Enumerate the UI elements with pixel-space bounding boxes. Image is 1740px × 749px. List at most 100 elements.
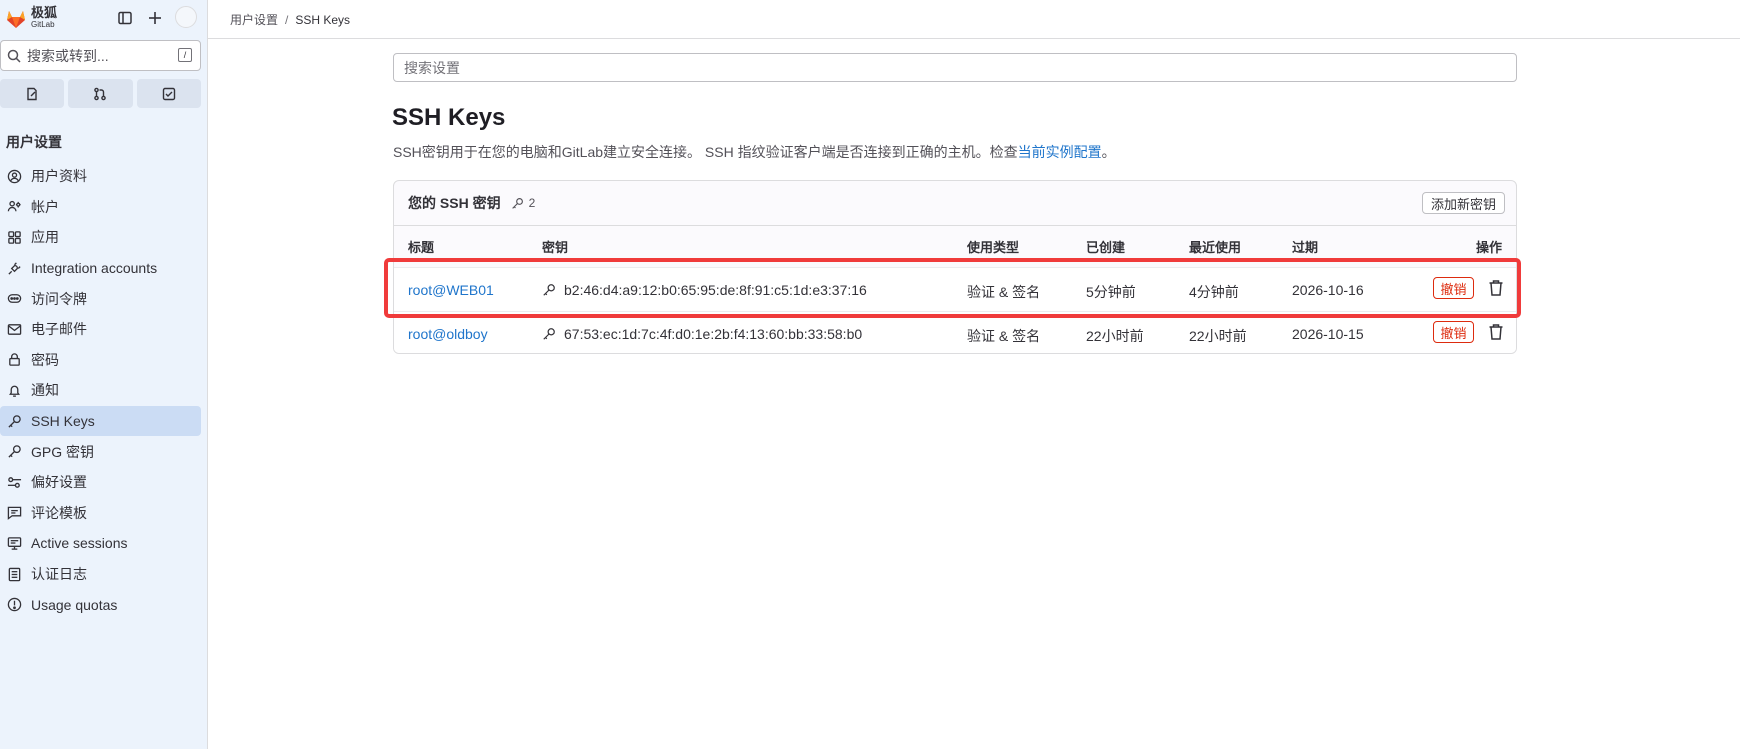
sidebar-item-access-tokens[interactable]: 访问令牌 (0, 283, 201, 314)
breadcrumb-current[interactable]: SSH Keys (295, 13, 350, 27)
sidebar-item-label: Integration accounts (31, 260, 158, 277)
bell-icon (6, 382, 22, 398)
key-created: 5分钟前 (1086, 284, 1136, 300)
sidebar-item-active-sessions[interactable]: Active sessions (0, 528, 201, 559)
sidebar-item-label: 帐户 (31, 198, 59, 215)
column-header-title: 标题 (408, 240, 435, 255)
sidebar-item-label: Usage quotas (31, 596, 118, 613)
sidebar-item-comment-templates[interactable]: 评论模板 (0, 498, 201, 529)
sidebar-item-label: 偏好设置 (31, 474, 87, 491)
brand-name[interactable]: 极狐 GitLab (31, 6, 57, 29)
user-icon (6, 168, 22, 184)
page-title: SSH Keys (392, 104, 506, 131)
column-header-last-used: 最近使用 (1189, 240, 1242, 255)
sidebar-search-placeholder: 搜索或转到... (27, 47, 109, 64)
shortcut-hint: / (178, 48, 192, 62)
key-usage: 验证 & 签名 (967, 284, 1041, 300)
plus-icon[interactable] (144, 7, 166, 29)
table-row: root@WEB01 b2:46:d4:a9:12:b0:65:95:de:8f… (394, 267, 1516, 311)
avatar[interactable] (175, 6, 197, 28)
sidebar-topbar: 极狐 GitLab (0, 0, 208, 36)
card-title: 您的 SSH 密钥 (408, 195, 501, 211)
key-icon (6, 444, 22, 460)
page-description: SSH密钥用于在您的电脑和GitLab建立安全连接。 SSH 指纹验证客户端是否… (393, 142, 1116, 162)
breadcrumb-parent[interactable]: 用户设置 (230, 13, 278, 27)
quick-actions (0, 79, 201, 108)
gitlab-logo-icon[interactable] (4, 6, 28, 30)
sidebar-item-label: SSH Keys (31, 413, 95, 430)
sidebar-item-integration-accounts[interactable]: Integration accounts (0, 253, 201, 284)
sidebar: 极狐 GitLab 搜索或转到... / 用户设置 用户资料 帐户 应用 Int… (0, 0, 208, 749)
revoke-button[interactable]: 撤销 (1433, 321, 1474, 343)
sidebar-item-preferences[interactable]: 偏好设置 (0, 467, 201, 498)
sidebar-item-auth-log[interactable]: 认证日志 (0, 559, 201, 590)
sidebar-item-account[interactable]: 帐户 (0, 192, 201, 223)
sidebar-item-password[interactable]: 密码 (0, 345, 201, 376)
key-last-used: 22小时前 (1189, 328, 1247, 344)
log-icon (6, 566, 22, 582)
sidebar-item-usage-quotas[interactable]: Usage quotas (0, 589, 201, 620)
instance-config-link[interactable]: 当前实例配置 (1018, 144, 1102, 160)
merge-requests-button[interactable] (68, 79, 133, 108)
column-header-key: 密钥 (542, 240, 569, 255)
settings-search-input[interactable]: 搜索设置 (393, 53, 1517, 82)
sidebar-item-applications[interactable]: 应用 (0, 222, 201, 253)
revoke-button[interactable]: 撤销 (1433, 277, 1474, 299)
settings-search-placeholder: 搜索设置 (404, 59, 460, 76)
sidebar-item-label: 评论模板 (31, 504, 87, 521)
trash-icon[interactable] (1488, 279, 1504, 297)
sidebar-search-input[interactable]: 搜索或转到... / (0, 40, 201, 71)
key-count: 2 (511, 196, 536, 210)
sidebar-item-label: 密码 (31, 351, 59, 368)
quota-icon (6, 597, 22, 613)
sidebar-section-title: 用户设置 (6, 134, 62, 150)
sidebar-item-label: GPG 密钥 (31, 443, 95, 460)
issues-button[interactable] (0, 79, 65, 108)
key-count-value: 2 (528, 196, 536, 210)
key-fingerprint: 67:53:ec:1d:7c:4f:d0:1e:2b:f4:13:60:bb:3… (542, 326, 862, 342)
key-fingerprint-text: b2:46:d4:a9:12:b0:65:95:de:8f:91:c5:1d:e… (564, 282, 867, 298)
preferences-icon (6, 474, 22, 490)
breadcrumb: 用户设置 / SSH Keys (230, 11, 350, 28)
key-title-link[interactable]: root@oldboy (408, 326, 488, 342)
sidebar-item-label: 访问令牌 (31, 290, 87, 307)
comment-icon (6, 505, 22, 521)
key-usage: 验证 & 签名 (967, 328, 1041, 344)
column-header-expires: 过期 (1292, 240, 1319, 255)
sidebar-item-label: 认证日志 (31, 566, 87, 583)
sidebar-item-label: Active sessions (31, 535, 128, 552)
brand-en: GitLab (31, 20, 55, 29)
sidebar-item-label: 应用 (31, 229, 59, 246)
description-end: 。 (1101, 144, 1116, 160)
add-new-key-button[interactable]: 添加新密钥 (1421, 192, 1505, 214)
sidebar-item-notifications[interactable]: 通知 (0, 375, 201, 406)
mail-icon (6, 321, 22, 337)
toggle-sidebar-icon[interactable] (114, 7, 136, 29)
sidebar-item-gpg-keys[interactable]: GPG 密钥 (0, 436, 201, 467)
ssh-keys-card: 您的 SSH 密钥 2 添加新密钥 标题 密钥 使用类型 已创建 最近使用 过期… (393, 180, 1517, 354)
token-icon (6, 291, 22, 307)
issues-icon (27, 87, 37, 100)
plug-icon (6, 260, 22, 276)
key-created: 22小时前 (1086, 328, 1144, 344)
account-icon (6, 199, 22, 215)
breadcrumb-separator: / (285, 13, 289, 27)
sidebar-item-profile[interactable]: 用户资料 (0, 161, 201, 192)
column-header-created: 已创建 (1086, 240, 1126, 255)
column-header-actions: 操作 (1476, 240, 1503, 255)
key-title-link[interactable]: root@WEB01 (408, 282, 494, 298)
applications-icon (6, 229, 22, 245)
key-expires: 2026-10-15 (1292, 326, 1364, 342)
lock-icon (6, 352, 22, 368)
top-header: 用户设置 / SSH Keys (208, 0, 1740, 39)
card-header: 您的 SSH 密钥 2 添加新密钥 (394, 181, 1516, 226)
description-text: SSH密钥用于在您的电脑和GitLab建立安全连接。 SSH 指纹验证客户端是否… (393, 144, 1018, 160)
todo-button[interactable] (136, 79, 201, 108)
key-icon (543, 284, 555, 296)
sidebar-nav: 用户资料 帐户 应用 Integration accounts 访问令牌 电子邮… (0, 161, 208, 620)
trash-icon[interactable] (1488, 323, 1504, 341)
sidebar-item-emails[interactable]: 电子邮件 (0, 314, 201, 345)
sidebar-item-ssh-keys[interactable]: SSH Keys (0, 405, 201, 437)
todo-icon (162, 87, 176, 100)
monitor-icon (6, 535, 22, 551)
